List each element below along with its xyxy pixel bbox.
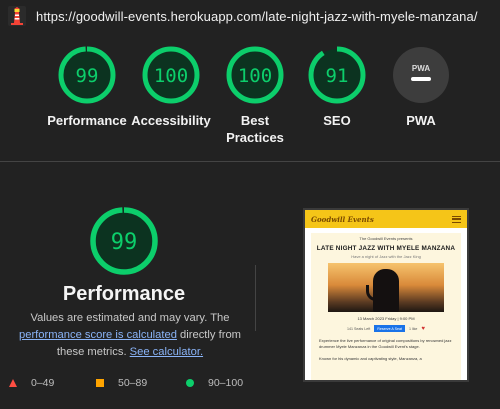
heart-icon: ♥ — [421, 325, 425, 332]
thumb-navbar: Goodwill Events — [305, 210, 467, 228]
accessibility-gauge-icon: 100 — [142, 46, 200, 104]
thumb-event-subtitle: Have a night of Jazz with the Jazz King — [351, 254, 421, 259]
pwa-badge-icon: PWA — [393, 47, 449, 103]
thumb-actions: 141 Seats Left Reserve A Seat 1 like ♥ — [311, 325, 461, 332]
gauge-score: 99 — [76, 65, 99, 87]
gauge-performance[interactable]: 99 Performance — [42, 46, 132, 129]
best-practices-gauge-icon: 100 — [226, 46, 284, 104]
gauge-best-practices[interactable]: 100 Best Practices — [210, 46, 300, 146]
red-triangle-icon — [9, 379, 17, 387]
thumb-seats-left: 141 Seats Left — [347, 326, 371, 331]
gauge-accessibility[interactable]: 100 Accessibility — [126, 46, 216, 129]
thumb-description: Experience the live performance of origi… — [319, 338, 452, 349]
legend-pass: 90–100 — [186, 377, 243, 389]
legend-fail: 0–49 — [9, 377, 54, 389]
desc-text-start: Values are estimated and may vary. The — [30, 312, 230, 324]
thumb-brand: Goodwill Events — [311, 214, 374, 224]
vertical-divider — [255, 265, 256, 331]
score-summary: 99 Performance 100 Accessibility 100 Bes… — [0, 46, 500, 156]
performance-score: 99 — [111, 230, 138, 255]
thumb-event-date: 13 March 2023 Friday | 9:00 PM — [357, 316, 415, 321]
thumb-presents: The Goodwill Events presents — [359, 236, 413, 241]
hamburger-menu-icon — [452, 215, 461, 223]
legend-range: 0–49 — [31, 377, 55, 389]
score-legend: 0–49 50–89 90–100 — [0, 377, 260, 391]
thumb-description-2: Known for his dynamic and captivating st… — [319, 356, 422, 361]
gauge-score: 100 — [238, 65, 272, 87]
gauge-pwa[interactable]: PWA PWA — [376, 46, 466, 129]
legend-average: 50–89 — [96, 377, 147, 389]
gauge-score: 91 — [326, 65, 349, 87]
page-url[interactable]: https://goodwill-events.herokuapp.com/la… — [36, 9, 478, 24]
thumb-likes: 1 like — [409, 326, 418, 331]
section-divider — [0, 161, 500, 162]
gauge-label: SEO — [323, 113, 351, 128]
lighthouse-icon — [8, 6, 26, 26]
performance-score-calculated-link[interactable]: performance score is calculated — [19, 329, 177, 341]
gauge-score: 100 — [154, 65, 188, 87]
performance-gauge-icon: 99 — [58, 46, 116, 104]
seo-gauge-icon: 91 — [308, 46, 366, 104]
thumb-reserve-button: Reserve A Seat — [374, 325, 405, 332]
thumb-event-card: The Goodwill Events presents LATE NIGHT … — [311, 233, 461, 380]
page-screenshot-thumbnail[interactable]: Goodwill Events The Goodwill Events pres… — [303, 208, 469, 382]
pwa-badge-text: PWA — [412, 64, 430, 73]
performance-large-gauge-icon: 99 — [90, 207, 158, 275]
gauge-label: Best Practices — [226, 113, 284, 145]
legend-range: 90–100 — [208, 377, 244, 389]
legend-range: 50–89 — [118, 377, 148, 389]
saxophone-player-image — [328, 263, 444, 312]
gauge-label: Accessibility — [131, 113, 211, 128]
performance-title: Performance — [62, 283, 186, 305]
green-circle-icon — [186, 379, 194, 387]
orange-square-icon — [96, 379, 104, 387]
performance-description: Values are estimated and may vary. The p… — [12, 310, 248, 361]
gauge-label: PWA — [406, 113, 436, 128]
url-bar: https://goodwill-events.herokuapp.com/la… — [0, 0, 500, 32]
see-calculator-link[interactable]: See calculator. — [130, 346, 203, 358]
thumb-event-title: LATE NIGHT JAZZ WITH MYELE MANZANA — [316, 245, 456, 252]
gauge-label: Performance — [47, 113, 127, 128]
gauge-seo[interactable]: 91 SEO — [292, 46, 382, 129]
